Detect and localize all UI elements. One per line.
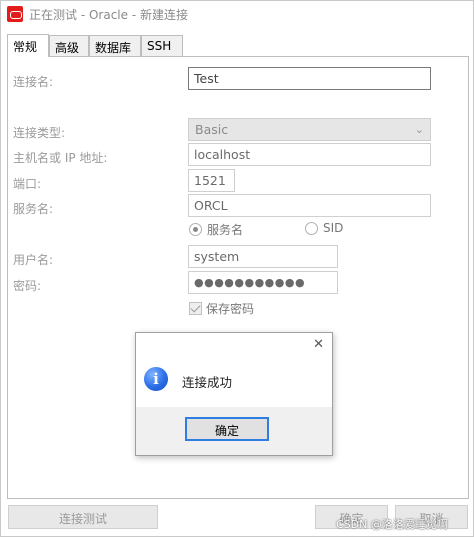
window-title: 正在测试 - Oracle - 新建连接 xyxy=(29,8,188,22)
oracle-app-icon xyxy=(7,6,23,22)
test-connection-button[interactable]: 连接测试 xyxy=(8,505,158,529)
title-bar: 正在测试 - Oracle - 新建连接 xyxy=(1,1,473,27)
dialog-ok-button[interactable]: 确定 xyxy=(185,417,269,441)
service-name-input[interactable]: ORCL xyxy=(188,194,431,217)
radio-service-name[interactable]: 服务名 xyxy=(189,221,243,238)
connection-success-dialog: ✕ i 连接成功 确定 xyxy=(135,332,333,456)
service-name-label: 服务名: xyxy=(13,202,54,216)
radio-sid[interactable]: SID xyxy=(305,221,343,235)
tab-general[interactable]: 常规 xyxy=(7,34,49,57)
connection-name-input[interactable]: Test xyxy=(188,67,431,90)
connection-type-value: Basic xyxy=(195,122,229,137)
tab-ssh[interactable]: SSH xyxy=(141,35,183,57)
connection-name-label: 连接名: xyxy=(13,75,54,89)
connection-type-label: 连接类型: xyxy=(13,126,66,140)
host-input[interactable]: localhost xyxy=(188,143,431,166)
radio-sid-label: SID xyxy=(323,221,344,235)
port-input[interactable]: 1521 xyxy=(188,169,235,192)
new-connection-window: 正在测试 - Oracle - 新建连接 常规 高级 数据库 SSH 连接名: … xyxy=(0,0,474,537)
username-label: 用户名: xyxy=(13,253,54,267)
save-password-label: 保存密码 xyxy=(206,302,255,316)
save-password-checkbox[interactable]: 保存密码 xyxy=(189,300,254,317)
radio-service-name-label: 服务名 xyxy=(207,223,244,237)
password-input[interactable]: ●●●●●●●●●●● xyxy=(188,271,338,294)
info-icon: i xyxy=(144,367,168,391)
dialog-footer: 确定 xyxy=(136,407,332,455)
checkmark-icon xyxy=(189,302,202,315)
username-input[interactable]: system xyxy=(188,245,338,268)
radio-unselected-icon xyxy=(305,221,318,235)
password-label: 密码: xyxy=(13,279,42,293)
port-label: 端口: xyxy=(13,177,42,191)
tab-advanced[interactable]: 高级 xyxy=(49,35,89,57)
watermark: CSDN @洛洛爱睡觉啊 xyxy=(336,518,448,531)
dialog-message: 连接成功 xyxy=(182,375,233,390)
host-label: 主机名或 IP 地址: xyxy=(13,151,108,165)
close-icon[interactable]: ✕ xyxy=(313,337,324,352)
tab-database[interactable]: 数据库 xyxy=(89,35,141,57)
dialog-title-bar: ✕ xyxy=(136,333,332,357)
connection-type-select[interactable]: Basic ⌄ xyxy=(188,118,431,141)
radio-selected-icon xyxy=(189,223,202,236)
chevron-down-icon: ⌄ xyxy=(414,123,424,136)
